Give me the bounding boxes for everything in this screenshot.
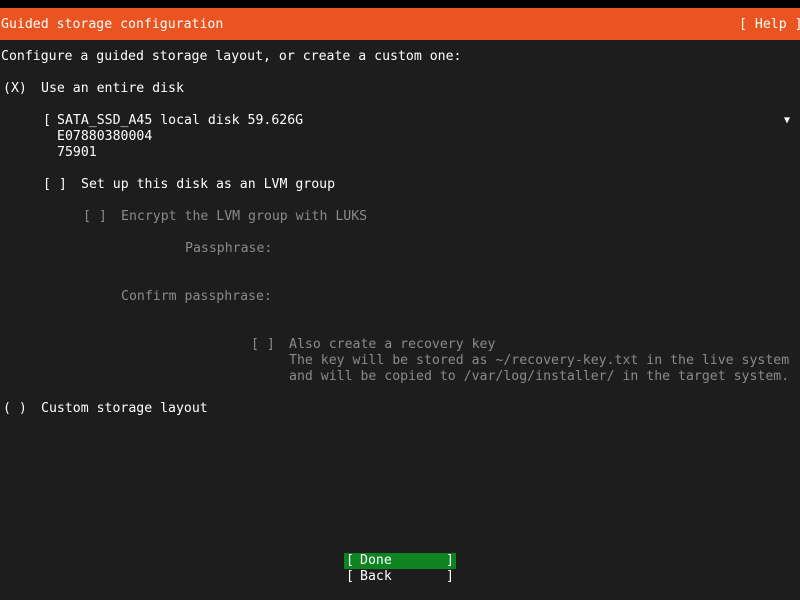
disk-serial-line1: E07880380004 [57, 129, 153, 144]
recovery-key-label: Also create a recovery key [289, 337, 496, 352]
passphrase-label: Passphrase: [185, 241, 273, 256]
recovery-key-desc-line1: The key will be stored as ~/recovery-key… [289, 353, 790, 368]
disk-serial-line2: 75901 [57, 145, 97, 160]
done-button-right-bracket: ] [446, 553, 454, 568]
custom-layout-radio[interactable]: ( ) [3, 401, 27, 417]
page-title: Guided storage configuration [1, 17, 224, 32]
top-band [0, 0, 800, 8]
disk-selector-bracket: [ [43, 113, 51, 128]
help-button[interactable]: [ Help ] [739, 17, 800, 33]
dropdown-arrow-icon[interactable]: ▼ [784, 113, 790, 129]
back-button-label: Back [360, 569, 392, 584]
luks-checkbox[interactable]: [ ] [83, 209, 107, 225]
entire-disk-radio[interactable]: (X) [3, 81, 27, 97]
disk-name: SATA_SSD_A45 local disk 59.626G [57, 113, 304, 128]
custom-layout-label[interactable]: Custom storage layout [41, 401, 208, 417]
lvm-checkbox[interactable]: [ ] [43, 177, 67, 193]
recovery-key-checkbox[interactable]: [ ] [251, 337, 275, 353]
luks-label: Encrypt the LVM group with LUKS [121, 209, 368, 224]
done-button[interactable]: [ Done ] [344, 553, 456, 569]
confirm-passphrase-label: Confirm passphrase: [121, 289, 272, 304]
intro-text: Configure a guided storage layout, or cr… [1, 49, 462, 64]
done-button-left-bracket: [ [346, 553, 354, 568]
done-button-label: Done [360, 553, 392, 568]
entire-disk-label[interactable]: Use an entire disk [41, 81, 184, 97]
back-button[interactable]: [ Back ] [344, 569, 456, 585]
recovery-key-desc-line2: and will be copied to /var/log/installer… [289, 369, 790, 384]
disk-selector[interactable]: [ SATA_SSD_A45 local disk 59.626G E07880… [0, 113, 800, 330]
back-button-left-bracket: [ [346, 569, 354, 584]
installer-screen: Guided storage configuration [ Help ] Co… [0, 0, 800, 600]
back-button-right-bracket: ] [446, 569, 454, 584]
lvm-label[interactable]: Set up this disk as an LVM group [81, 177, 335, 193]
